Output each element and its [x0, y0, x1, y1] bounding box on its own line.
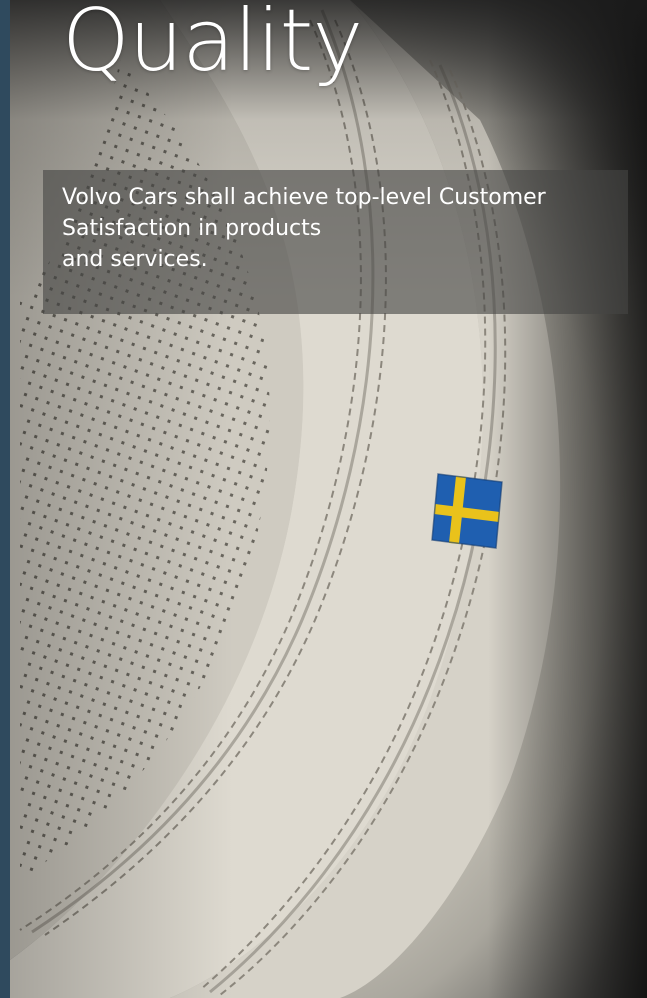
caption-line-2: Satisfaction in products: [62, 216, 322, 241]
leather-seat-photo: [10, 0, 647, 998]
seat-illustration: [10, 0, 647, 998]
slide-title: Quality: [62, 0, 363, 91]
caption-line-3: and services.: [62, 247, 208, 272]
swedish-flag-tag-icon: [430, 472, 504, 554]
caption-text: Volvo Cars shall achieve top-level Custo…: [62, 182, 602, 275]
left-accent-strip: [0, 0, 10, 998]
caption-box: Volvo Cars shall achieve top-level Custo…: [43, 170, 628, 314]
caption-line-1: Volvo Cars shall achieve top-level Custo…: [62, 185, 546, 210]
slide: Quality Volvo Cars shall achieve top-lev…: [0, 0, 647, 998]
